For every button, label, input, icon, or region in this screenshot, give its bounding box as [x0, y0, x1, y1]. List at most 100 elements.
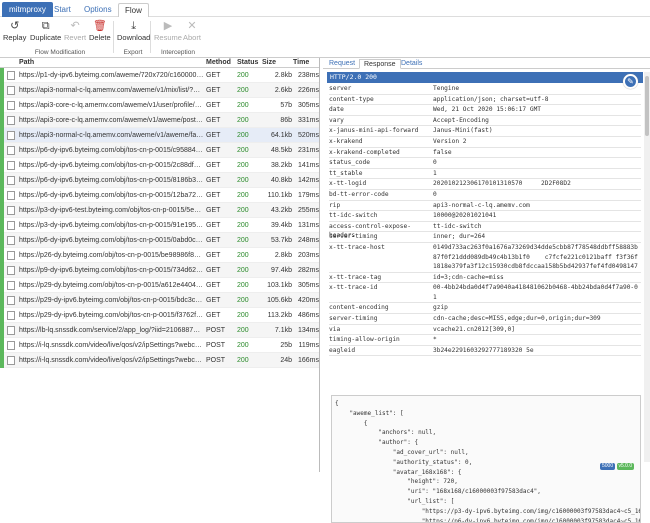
- flow-size: 97.4kb: [270, 267, 292, 274]
- flow-time: 203ms: [297, 252, 319, 259]
- flow-row[interactable]: https://api3-core-c-lq.amemv.com/aweme/v…: [0, 98, 319, 113]
- header-value: Version 2: [433, 137, 467, 145]
- header-key: content-type: [329, 95, 374, 103]
- replay-button[interactable]: ↺ Replay: [3, 20, 26, 42]
- header-value: Janus-Mini(fast): [433, 127, 493, 135]
- header-row: status_code 0: [329, 158, 641, 169]
- header-key: tt-idc-switch: [329, 212, 378, 220]
- flow-size: 2.6kb: [274, 87, 292, 94]
- status-bar: [0, 218, 4, 233]
- download-button[interactable]: ⤓ Download: [117, 20, 150, 42]
- flow-status: 200: [237, 327, 249, 334]
- header-row: timing-allow-origin *: [329, 335, 641, 346]
- flow-row[interactable]: https://api3-core-c-lq.amemv.com/aweme/v…: [0, 113, 319, 128]
- flow-method: POST: [206, 357, 226, 364]
- flow-row[interactable]: https://i-lq.snssdk.com/video/live/qos/v…: [0, 353, 319, 368]
- flow-row[interactable]: https://p29-dy.byteimg.com/obj/tos-cn-p-…: [0, 278, 319, 293]
- status-bar: [0, 263, 4, 278]
- flow-row[interactable]: https://p26-dy.byteimg.com/obj/tos-cn-p-…: [0, 248, 319, 263]
- file-icon: [7, 281, 15, 290]
- flow-row[interactable]: https://lb-lq.snssdk.com/service/2/app_l…: [0, 323, 319, 338]
- header-row: tt_stable 1: [329, 169, 641, 180]
- column-status[interactable]: Status: [237, 59, 258, 66]
- flow-row[interactable]: https://p6-dy-ipv6.byteimg.com/obj/tos-c…: [0, 233, 319, 248]
- abort-button[interactable]: ✕ Abort: [183, 20, 201, 42]
- scrollbar[interactable]: [644, 72, 650, 462]
- column-time[interactable]: Time: [293, 59, 309, 66]
- tab-options[interactable]: Options: [78, 3, 118, 17]
- flow-row[interactable]: https://i-lq.snssdk.com/video/live/qos/v…: [0, 338, 319, 353]
- tab-flow[interactable]: Flow: [118, 3, 149, 17]
- column-path[interactable]: Path: [19, 59, 34, 66]
- header-value: Tengine: [433, 85, 460, 92]
- header-value: 1: [433, 169, 437, 177]
- header-key: server: [329, 85, 352, 92]
- file-icon: [7, 356, 15, 365]
- download-icon: ⤓: [131, 20, 137, 32]
- flow-row[interactable]: https://p1-dy-ipv6.byteimg.com/aweme/720…: [0, 68, 319, 83]
- column-method[interactable]: Method: [206, 59, 231, 66]
- flow-status: 200: [237, 147, 249, 154]
- tab-request[interactable]: Request: [325, 59, 359, 69]
- abort-label: Abort: [183, 33, 201, 42]
- flow-status: 200: [237, 87, 249, 94]
- header-key: content-encoding: [329, 304, 389, 312]
- header-key: x-tt-trace-host: [329, 243, 385, 251]
- delete-button[interactable]: 🗑 Delete: [89, 20, 111, 42]
- flow-row[interactable]: https://p6-dy-ipv6.byteimg.com/obj/tos-c…: [0, 143, 319, 158]
- header-row: x-tt-trace-host 0149d733ac263f0a1676a7326…: [329, 243, 641, 273]
- detail-tabs: Request Response Details: [323, 58, 650, 69]
- header-row: server Tengine: [329, 84, 641, 95]
- flow-path: https://p29-dy.byteimg.com/obj/tos-cn-p-…: [19, 282, 204, 289]
- flow-row[interactable]: https://p6-dy-ipv6.byteimg.com/obj/tos-c…: [0, 188, 319, 203]
- flow-row[interactable]: https://p29-dy-ipv6.byteimg.com/obj/tos-…: [0, 293, 319, 308]
- header-row: access-control-expose-headers tt-idc-swit…: [329, 222, 641, 239]
- flow-path: https://p6-dy-ipv6.byteimg.com/obj/tos-c…: [19, 162, 204, 169]
- header-key: x-krakend: [329, 137, 363, 145]
- column-size[interactable]: Size: [262, 59, 276, 66]
- tab-response[interactable]: Response: [359, 59, 401, 69]
- flow-row[interactable]: https://api3-normal-c-lq.amemv.com/aweme…: [0, 83, 319, 98]
- flow-row[interactable]: https://p6-dy-ipv6.byteimg.com/obj/tos-c…: [0, 158, 319, 173]
- group-separator: [150, 21, 151, 53]
- flow-time: 520ms: [297, 132, 319, 139]
- header-row: content-type application/json; charset=ut…: [329, 95, 641, 106]
- header-key: x-krakend-completed: [329, 148, 400, 156]
- status-bar: [0, 233, 4, 248]
- flow-size: 7.1kb: [274, 327, 292, 334]
- flow-size: 110.1kb: [267, 192, 292, 199]
- group-label-export: Export: [123, 49, 143, 56]
- resume-button[interactable]: ▶ Resume: [154, 20, 182, 42]
- flow-method: GET: [206, 297, 221, 304]
- file-icon: [7, 176, 15, 185]
- scrollbar-thumb[interactable]: [645, 76, 649, 136]
- flow-row[interactable]: https://p9-dy-ipv6.byteimg.com/obj/tos-c…: [0, 263, 319, 278]
- duplicate-icon: ⧉: [41, 20, 50, 32]
- revert-icon: ↶: [70, 20, 80, 32]
- header-value: Wed, 21 Oct 2020 15:06:17 GMT: [433, 106, 542, 114]
- header-row: x-janus-mini-api-forward Janus-Mini(fast): [329, 126, 641, 137]
- flow-row[interactable]: https://p6-dy-ipv6.byteimg.com/obj/tos-c…: [0, 173, 319, 188]
- flow-row[interactable]: https://p3-dy-ipv6-test.byteimg.com/obj/…: [0, 203, 319, 218]
- header-key: vary: [329, 116, 344, 124]
- header-key: x-tt-trace-tag: [329, 273, 382, 281]
- flow-detail: Request Response Details HTTP/2.0 200 ✎ …: [323, 58, 650, 523]
- status-bar: [0, 308, 4, 323]
- duplicate-button[interactable]: ⧉ Duplicate: [30, 20, 61, 42]
- tab-start[interactable]: Start: [48, 3, 77, 17]
- file-icon: [7, 221, 15, 230]
- response-body: { "aweme_list": [ { "anchors": null, "au…: [331, 395, 641, 523]
- flow-method: GET: [206, 237, 221, 244]
- flow-row[interactable]: https://p29-dy-ipv6.byteimg.com/obj/tos-…: [0, 308, 319, 323]
- flow-status: 200: [237, 282, 249, 289]
- flow-path: https://api3-core-c-lq.amemv.com/aweme/v…: [19, 117, 204, 124]
- flow-path: https://api3-normal-c-lq.amemv.com/aweme…: [19, 132, 204, 139]
- flow-status: 200: [237, 177, 249, 184]
- flow-row[interactable]: https://p3-dy-ipv6.byteimg.com/obj/tos-c…: [0, 218, 319, 233]
- flow-method: GET: [206, 162, 221, 169]
- revert-button[interactable]: ↶ Revert: [64, 20, 86, 42]
- tab-details[interactable]: Details: [397, 59, 426, 69]
- flow-path: https://i-lq.snssdk.com/video/live/qos/v…: [19, 342, 204, 349]
- flow-size: 43.2kb: [270, 207, 292, 214]
- flow-row[interactable]: https://api3-normal-c-lq.amemv.com/aweme…: [0, 128, 319, 143]
